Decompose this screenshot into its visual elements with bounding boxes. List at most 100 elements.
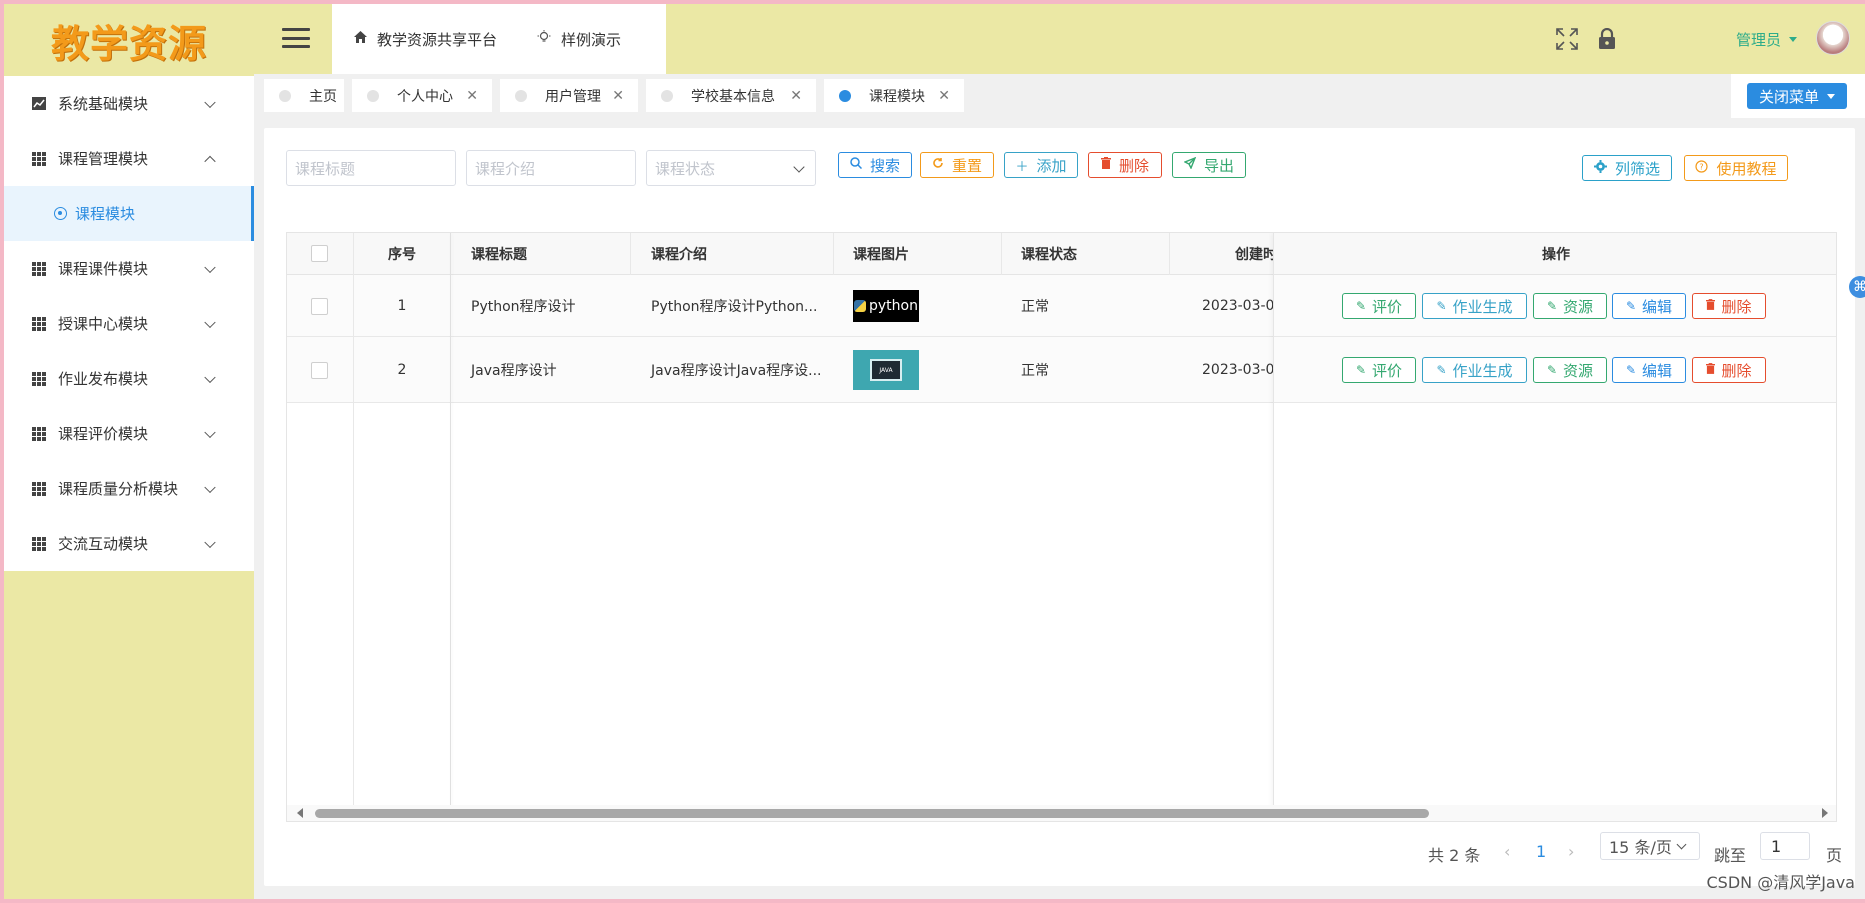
page-size-select[interactable]: 15 条/页 [1600,832,1700,860]
nav-link-demo[interactable]: 样例演示 [537,29,621,50]
chevron-down-icon [1676,839,1687,849]
send-icon [1183,156,1197,173]
pager-page-number[interactable]: 1 [1536,842,1546,861]
sidebar-item-label: 授课中心模块 [58,315,149,333]
trash-icon [1706,363,1716,377]
sidebar-item-quality[interactable]: 课程质量分析模块 [4,461,254,516]
header-status: 课程状态 [1021,247,1077,263]
cell-title: Java程序设计 [471,363,557,379]
nav-link-label: 教学资源共享平台 [377,30,498,49]
pager-goto-input[interactable]: 1 [1760,832,1810,860]
course-intro-input[interactable]: 课程介绍 [466,150,636,186]
close-icon[interactable]: ✕ [466,88,478,104]
avatar[interactable] [1816,21,1850,55]
generate-homework-button[interactable]: ✎ 作业生成 [1422,293,1527,319]
grid-icon [32,371,46,386]
pager-prev-icon[interactable]: ‹ [1504,842,1510,861]
edit-icon: ✎ [1436,363,1447,377]
sidebar-item-interaction[interactable]: 交流互动模块 [4,516,254,571]
close-menu-area: 关闭菜单 [1731,74,1865,118]
main-card: 课程标题 课程介绍 课程状态 搜索 重置 ＋ 添加 删除 导出 列筛选 ? 使用… [264,128,1855,886]
reset-label: 重置 [951,156,982,175]
resource-button[interactable]: ✎ 资源 [1533,293,1607,319]
close-icon[interactable]: ✕ [938,88,950,104]
cell-intro: Python程序设计Python... [651,299,818,315]
reset-button[interactable]: 重置 [920,152,994,178]
lock-icon[interactable] [1598,27,1616,50]
chevron-down-icon [793,161,805,173]
course-status-select[interactable]: 课程状态 [646,150,816,186]
hamburger-menu-icon[interactable] [282,28,310,48]
close-menu-button[interactable]: 关闭菜单 [1747,83,1847,109]
search-button[interactable]: 搜索 [838,152,912,178]
edit-button[interactable]: ✎ 编辑 [1612,357,1686,383]
row-checkbox[interactable] [311,298,328,315]
nav-link-platform[interactable]: 教学资源共享平台 [354,29,497,50]
tab-user-mgmt[interactable]: 用户管理 ✕ [500,79,638,112]
page-size-label: 15 条/页 [1609,838,1672,857]
pager-page-label: 页 [1826,846,1843,865]
close-icon[interactable]: ✕ [790,88,802,104]
row-checkbox[interactable] [311,362,328,379]
edit-button[interactable]: ✎ 编辑 [1612,293,1686,319]
edit-label: 编辑 [1642,297,1673,316]
row-delete-button[interactable]: 删除 [1692,293,1766,319]
close-icon[interactable]: ✕ [612,88,624,104]
caret-down-icon [1789,37,1798,42]
user-menu[interactable]: 管理员 [1736,29,1798,50]
generate-homework-button[interactable]: ✎ 作业生成 [1422,357,1527,383]
svg-text:?: ? [1700,162,1704,171]
sidebar-item-teaching-center[interactable]: 授课中心模块 [4,296,254,351]
grid-icon [32,426,46,441]
resource-button[interactable]: ✎ 资源 [1533,357,1607,383]
chevron-down-icon [204,536,216,548]
tab-home[interactable]: 主页 [264,79,344,112]
scrollbar-thumb[interactable] [315,809,1429,818]
tutorial-button[interactable]: ? 使用教程 [1684,155,1788,181]
horizontal-scrollbar[interactable] [287,805,1836,821]
plus-icon: ＋ [1015,159,1029,175]
tab-label: 学校基本信息 [691,88,775,105]
evaluate-label: 评价 [1372,297,1403,316]
evaluate-button[interactable]: ✎ 评价 [1342,293,1416,319]
course-image-python: python [853,290,919,322]
sidebar-item-label: 课程管理模块 [58,150,149,168]
sidebar-item-label: 交流互动模块 [58,535,149,553]
header: 教学资源共享平台 样例演示 管理员 [254,4,1865,74]
tab-school-info[interactable]: 学校基本信息 ✕ [646,79,816,112]
scroll-left-icon[interactable] [297,808,303,818]
chevron-down-icon [204,481,216,493]
sidebar-item-homework[interactable]: 作业发布模块 [4,351,254,406]
row-delete-button[interactable]: 删除 [1692,357,1766,383]
tab-course-module[interactable]: 课程模块 ✕ [824,79,964,112]
sidebar-item-system[interactable]: 系统基础模块 [4,76,254,131]
delete-button[interactable]: 删除 [1088,152,1162,178]
sidebar-item-evaluation[interactable]: 课程评价模块 [4,406,254,461]
course-image-java: JAVA [853,350,919,390]
export-label: 导出 [1203,156,1234,175]
chart-icon [32,97,46,110]
refresh-icon [932,157,944,173]
tab-profile[interactable]: 个人中心 ✕ [352,79,492,112]
add-button[interactable]: ＋ 添加 [1004,152,1078,178]
scroll-right-icon[interactable] [1822,808,1828,818]
sidebar-item-course-mgmt[interactable]: 课程管理模块 [4,131,254,186]
pager-next-icon[interactable]: › [1568,842,1574,861]
header-ops: 操作 [1542,247,1570,263]
evaluate-button[interactable]: ✎ 评价 [1342,357,1416,383]
sidebar-item-label: 课程课件模块 [58,260,149,278]
question-circle-icon: ? [1695,159,1709,177]
target-icon [54,207,67,220]
fullscreen-icon[interactable] [1556,28,1578,50]
select-all-checkbox[interactable] [311,245,328,262]
sidebar-subitem-course-module[interactable]: 课程模块 [4,186,254,241]
export-button[interactable]: 导出 [1172,152,1246,178]
image-text: python [869,298,918,314]
sidebar-item-courseware[interactable]: 课程课件模块 [4,241,254,296]
homework-label: 作业生成 [1452,297,1513,316]
tab-label: 用户管理 [545,88,601,105]
course-title-input[interactable]: 课程标题 [286,150,456,186]
command-float-icon[interactable]: ⌘ [1849,276,1865,298]
sidebar-item-label: 系统基础模块 [58,95,149,113]
column-filter-button[interactable]: 列筛选 [1582,155,1672,181]
